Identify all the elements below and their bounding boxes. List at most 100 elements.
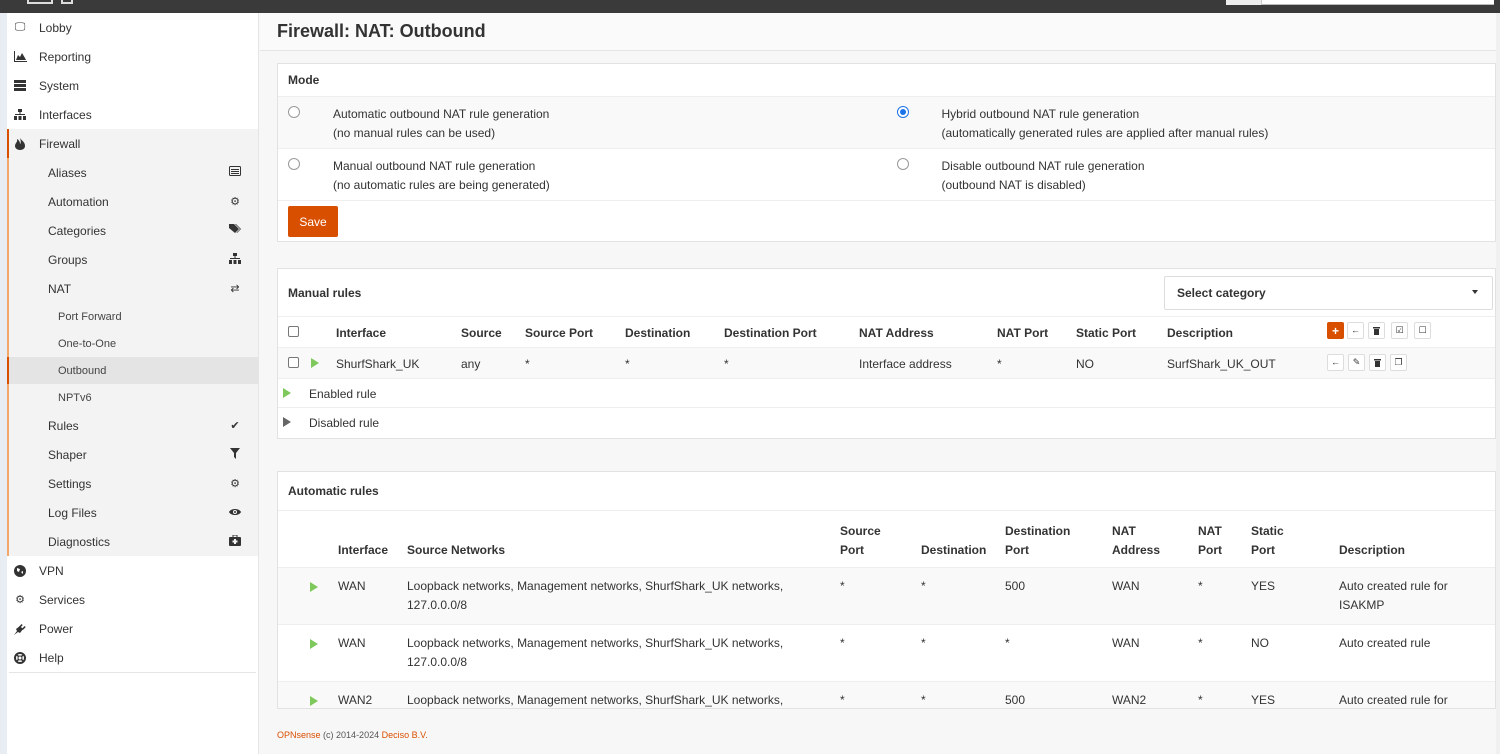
- cell-interface: WAN: [338, 579, 366, 593]
- move-selected-button[interactable]: ←: [1347, 322, 1364, 339]
- cogs-icon: ⚙: [230, 478, 240, 490]
- category-select[interactable]: Select category: [1164, 276, 1493, 310]
- sidebar-item-log-files[interactable]: Log Files: [7, 498, 258, 527]
- list-alt-icon: [228, 166, 242, 179]
- cell-destination-port: *: [1005, 636, 1010, 650]
- sidebar-divider: [9, 672, 256, 673]
- add-rule-button[interactable]: +: [1327, 322, 1344, 339]
- sidebar-item-label: Groups: [48, 252, 88, 267]
- delete-rule-button[interactable]: [1369, 354, 1386, 371]
- trash-icon: [1373, 326, 1380, 335]
- cell-description: Auto created rule for: [1339, 693, 1448, 707]
- page-header: Firewall: NAT: Outbound: [260, 13, 1500, 51]
- sidebar-item-one-to-one[interactable]: One-to-One: [7, 330, 258, 357]
- sitemap-icon: [13, 108, 27, 122]
- radio-manual[interactable]: [288, 158, 300, 170]
- cell-interface: WAN: [338, 636, 366, 650]
- mode-option-manual[interactable]: Manual outbound NAT rule generation (no …: [278, 149, 887, 200]
- sidebar-item-label: System: [39, 78, 80, 93]
- delete-selected-button[interactable]: [1368, 322, 1385, 339]
- column-header: NAT Port: [997, 326, 1049, 340]
- cell-description: Auto created rule for ISAKMP: [1339, 577, 1448, 615]
- cell-source-port: *: [840, 636, 845, 650]
- cell-destination: *: [625, 357, 630, 371]
- opnsense-link[interactable]: OPNsense: [277, 730, 321, 740]
- mode-option-automatic[interactable]: Automatic outbound NAT rule generation (…: [278, 97, 887, 148]
- search-input[interactable]: [1226, 0, 1494, 5]
- copyright-text: (c) 2014-2024: [323, 730, 380, 740]
- cell-nat-address: WAN: [1112, 579, 1140, 593]
- sidebar-item-nat[interactable]: NAT ⇄: [7, 274, 258, 303]
- cell-line: Loopback networks, Management networks, …: [407, 636, 784, 650]
- cell-source-port: *: [840, 693, 845, 707]
- play-disabled-icon: [283, 417, 291, 427]
- sidebar-item-rules[interactable]: Rules ✔: [7, 411, 258, 440]
- globe-icon: [13, 564, 27, 578]
- deciso-link[interactable]: Deciso B.V.: [382, 730, 428, 740]
- mode-option-hybrid[interactable]: Hybrid outbound NAT rule generation (aut…: [887, 97, 1496, 148]
- select-all-checkbox[interactable]: [288, 326, 299, 337]
- sidebar-item-groups[interactable]: Groups: [7, 245, 258, 274]
- sidebar-item-lobby[interactable]: 🖵 Lobby: [7, 13, 258, 42]
- radio-hybrid[interactable]: [896, 106, 909, 118]
- column-header: NAT Address: [1112, 522, 1160, 560]
- cell-line: ISAKMP: [1339, 598, 1385, 612]
- sidebar-item-nptv6[interactable]: NPTv6: [7, 384, 258, 411]
- disable-selected-button[interactable]: ☐: [1414, 322, 1431, 339]
- table-row: WAN2 Loopback networks, Management netwo…: [278, 682, 1495, 708]
- mode-option-title: Disable outbound NAT rule generation: [941, 159, 1145, 173]
- sitemap-icon: [228, 252, 242, 267]
- enabled-rule-toggle-icon[interactable]: [311, 358, 319, 368]
- sidebar-item-shaper[interactable]: Shaper: [7, 440, 258, 469]
- sidebar-item-diagnostics[interactable]: Diagnostics: [7, 527, 258, 556]
- sidebar-item-vpn[interactable]: VPN: [7, 556, 258, 585]
- exchange-icon: ⇄: [230, 283, 240, 295]
- column-header-line: Destination: [1005, 524, 1071, 538]
- opnsense-logo[interactable]: [27, 0, 167, 6]
- sidebar-item-label: Interfaces: [39, 107, 92, 122]
- search-addon: [1226, 0, 1262, 5]
- radio-automatic[interactable]: [288, 106, 300, 118]
- enable-selected-button[interactable]: ☑: [1391, 322, 1408, 339]
- column-header-line: Address: [1112, 543, 1161, 557]
- sidebar-item-label: Outbound: [58, 364, 107, 377]
- radio-disable[interactable]: [896, 158, 909, 170]
- cell-static-port: NO: [1076, 357, 1094, 371]
- manual-rules-panel: Manual rules Select category Interface S…: [277, 268, 1496, 439]
- table-row: ShurfShark_UK any * * * Interface addres…: [278, 348, 1495, 379]
- sidebar-item-label: NAT: [48, 281, 72, 296]
- cog-icon: ⚙: [230, 196, 240, 208]
- row-checkbox[interactable]: [288, 357, 299, 368]
- automatic-rules-table-header: Interface Source Networks Source Port Des…: [278, 511, 1495, 568]
- move-before-button[interactable]: ←: [1327, 354, 1344, 371]
- sidebar-item-categories[interactable]: Categories: [7, 216, 258, 245]
- sidebar-item-automation[interactable]: Automation ⚙: [7, 187, 258, 216]
- sidebar-item-power[interactable]: Power: [7, 614, 258, 643]
- cell-line: Loopback networks, Management networks, …: [407, 579, 784, 593]
- edit-rule-button[interactable]: ✎: [1348, 354, 1365, 371]
- cell-nat-address: Interface address: [859, 357, 952, 371]
- sidebar-item-reporting[interactable]: Reporting: [7, 42, 258, 71]
- sidebar-item-label: Reporting: [39, 49, 92, 64]
- sidebar-item-label: NPTv6: [58, 391, 92, 404]
- sidebar-item-interfaces[interactable]: Interfaces: [7, 100, 258, 129]
- clone-rule-button[interactable]: ❐: [1390, 354, 1407, 371]
- sidebar-item-services[interactable]: ⚙ Services: [7, 585, 258, 614]
- automatic-rules-heading: Automatic rules: [278, 472, 1495, 511]
- sidebar-item-port-forward[interactable]: Port Forward: [7, 303, 258, 330]
- sidebar-item-firewall[interactable]: Firewall: [7, 129, 258, 158]
- cell-line: 127.0.0.0/8: [407, 655, 468, 669]
- mode-option-subtitle: (automatically generated rules are appli…: [941, 126, 1269, 140]
- medkit-icon: [228, 534, 242, 549]
- scrollbar[interactable]: [1496, 13, 1500, 754]
- sidebar-item-label: Rules: [48, 418, 79, 433]
- sidebar-item-settings[interactable]: Settings ⚙: [7, 469, 258, 498]
- sidebar-item-aliases[interactable]: Aliases: [7, 158, 258, 187]
- cell-interface: ShurfShark_UK: [336, 357, 420, 371]
- mode-option-disable[interactable]: Disable outbound NAT rule generation (ou…: [887, 149, 1496, 200]
- save-button[interactable]: Save: [288, 206, 338, 237]
- sidebar-item-outbound[interactable]: Outbound: [7, 357, 258, 384]
- sidebar-item-help[interactable]: Help: [7, 643, 258, 672]
- sidebar-item-system[interactable]: System: [7, 71, 258, 100]
- cell-description: Auto created rule: [1339, 636, 1431, 650]
